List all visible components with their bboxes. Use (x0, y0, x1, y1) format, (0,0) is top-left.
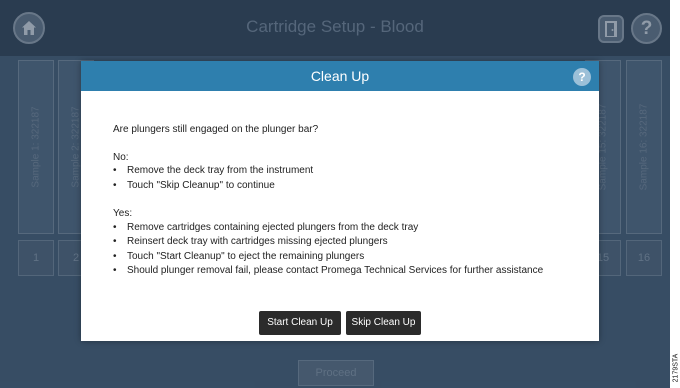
figure-code: 2179STA (672, 348, 680, 388)
bullet: • (113, 251, 117, 262)
yes-item: Remove cartridges containing ejected plu… (127, 222, 419, 233)
yes-item: Touch "Start Cleanup" to eject the remai… (127, 251, 365, 262)
instrument-screen: Cartridge Setup - Blood ? Sample 1: 3221… (0, 0, 670, 388)
bullet: • (113, 165, 117, 176)
yes-item: Should plunger removal fail, please cont… (127, 265, 544, 276)
bullet: • (113, 222, 117, 233)
dialog-title: Clean Up (310, 68, 370, 84)
clean-up-dialog: Clean Up ? Are plungers still engaged on… (81, 61, 599, 341)
dialog-help-button[interactable]: ? (573, 68, 591, 86)
yes-item: Reinsert deck tray with cartridges missi… (127, 236, 388, 247)
no-item: Touch "Skip Cleanup" to continue (127, 180, 275, 191)
no-heading: No: (113, 152, 129, 163)
dialog-header: Clean Up ? (81, 61, 599, 91)
bullet: • (113, 236, 117, 247)
bullet: • (113, 180, 117, 191)
bullet: • (113, 265, 117, 276)
start-clean-up-button[interactable]: Start Clean Up (259, 311, 341, 335)
no-item: Remove the deck tray from the instrument (127, 165, 314, 176)
figure-code-label: 2179STA (672, 353, 680, 383)
skip-clean-up-button[interactable]: Skip Clean Up (346, 311, 421, 335)
dialog-question: Are plungers still engaged on the plunge… (113, 124, 319, 135)
yes-heading: Yes: (113, 208, 133, 219)
